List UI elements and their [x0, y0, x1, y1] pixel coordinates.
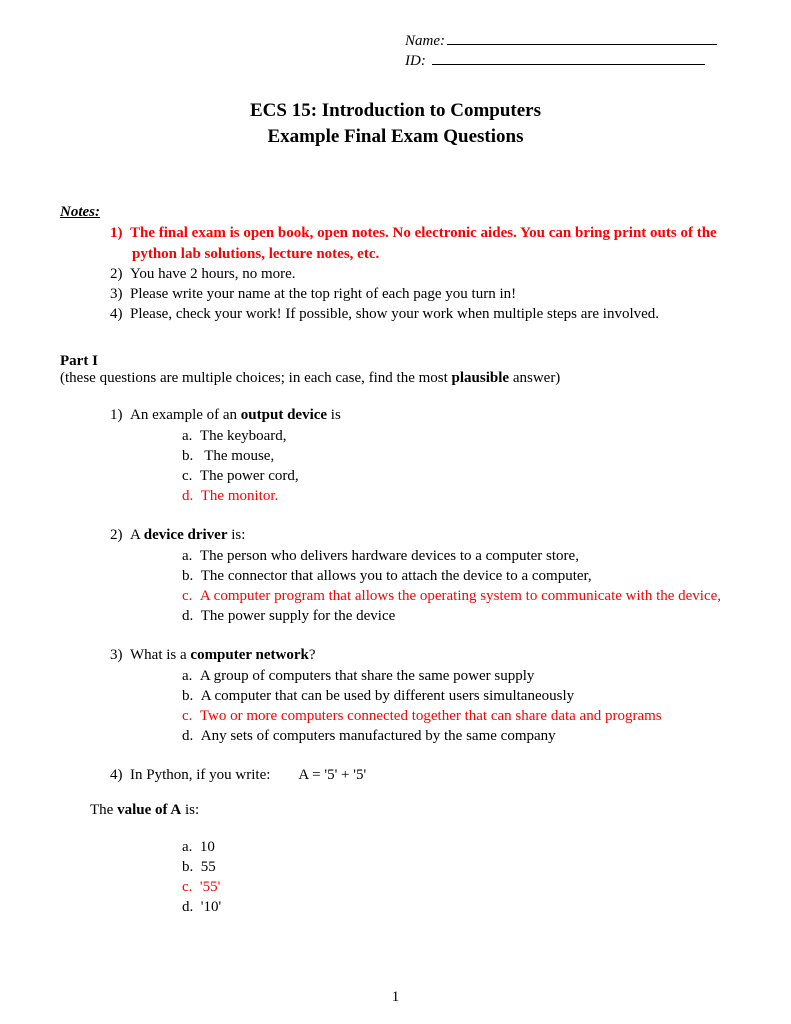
notes-section: Notes: 1) The final exam is open book, o… [60, 204, 731, 324]
title-line1: ECS 15: Introduction to Computers [60, 98, 731, 124]
q2-text: A device driver is: [130, 527, 245, 543]
title-line2: Example Final Exam Questions [60, 124, 731, 150]
part1-label: Part I [60, 353, 98, 369]
option: b. A computer that can be used by differ… [182, 686, 731, 706]
note-item: 3) Please write your name at the top rig… [110, 284, 731, 304]
q4-code: A = '5' + '5' [298, 767, 366, 783]
option: d. The monitor. [182, 486, 731, 506]
q4-options: a. 10 b. 55 c. '55' d. '10' [182, 837, 731, 918]
name-label: Name: [405, 33, 445, 49]
question-4-value: The value of A is: [90, 802, 731, 819]
option: c. The power cord, [182, 466, 731, 486]
option: a. 10 [182, 837, 731, 857]
option: d. Any sets of computers manufactured by… [182, 726, 731, 746]
part1-desc: (these questions are multiple choices; i… [60, 370, 731, 387]
notes-label: Notes: [60, 204, 100, 220]
note-item: 1) The final exam is open book, open not… [110, 223, 731, 264]
option: c. Two or more computers connected toget… [182, 706, 731, 726]
option: d. '10' [182, 897, 731, 917]
header-name-id: Name: ID: [405, 30, 731, 70]
option: c. A computer program that allows the op… [182, 586, 731, 606]
option: b. 55 [182, 857, 731, 877]
note-item: 4) Please, check your work! If possible,… [110, 304, 731, 324]
q2-options: a. The person who delivers hardware devi… [182, 546, 731, 627]
q3-text: What is a computer network? [130, 647, 316, 663]
question-1: 1) An example of an output device is a. … [110, 407, 731, 507]
note-item: 2) You have 2 hours, no more. [110, 264, 731, 284]
question-3: 3) What is a computer network? a. A grou… [110, 647, 731, 747]
option: c. '55' [182, 877, 731, 897]
option: b. The mouse, [182, 446, 731, 466]
option: d. The power supply for the device [182, 606, 731, 626]
q1-options: a. The keyboard, b. The mouse, c. The po… [182, 426, 731, 507]
title-block: ECS 15: Introduction to Computers Exampl… [60, 98, 731, 149]
option: b. The connector that allows you to atta… [182, 566, 731, 586]
page-number: 1 [0, 989, 791, 1006]
option: a. The keyboard, [182, 426, 731, 446]
question-list: 1) An example of an output device is a. … [110, 407, 731, 747]
option: a. The person who delivers hardware devi… [182, 546, 731, 566]
name-blank [447, 30, 717, 45]
option: a. A group of computers that share the s… [182, 666, 731, 686]
q3-options: a. A group of computers that share the s… [182, 666, 731, 747]
notes-list: 1) The final exam is open book, open not… [110, 223, 731, 324]
id-label: ID: [405, 53, 426, 69]
question-4-prompt: 4) In Python, if you write:A = '5' + '5' [110, 767, 731, 784]
part1-header: Part I [60, 353, 731, 370]
q1-text: An example of an output device is [130, 407, 341, 423]
id-blank [432, 50, 705, 65]
question-2: 2) A device driver is: a. The person who… [110, 527, 731, 627]
